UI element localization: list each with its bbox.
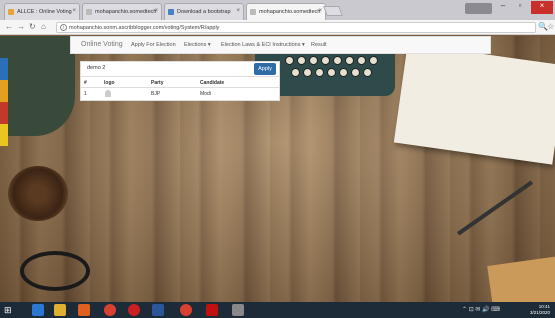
close-window-button[interactable]: ×	[531, 1, 553, 14]
taskbar: ⊞ ⌃ ⊡ ✉ 🔊 ⌨ 10:41 3/21/2020	[0, 302, 555, 318]
side-swatch	[0, 58, 8, 80]
edge-icon[interactable]	[32, 304, 44, 316]
acrobat-icon[interactable]	[206, 304, 218, 316]
back-icon[interactable]: ←	[5, 22, 13, 31]
nav-election-laws-dropdown[interactable]: Election Laws & ECI Instructions ▾	[221, 42, 305, 48]
bookmark-star-icon[interactable]: ☆	[547, 22, 554, 31]
reload-icon[interactable]: ↻	[29, 22, 36, 31]
plant-image	[0, 36, 75, 136]
panel-title: demo 2	[87, 65, 106, 71]
maximize-button[interactable]: ▫	[512, 1, 528, 14]
clock-date: 3/21/2020	[529, 310, 550, 315]
file-explorer-icon[interactable]	[54, 304, 66, 316]
brand-link[interactable]: Online Voting	[81, 41, 123, 48]
nav-result[interactable]: Result	[311, 42, 327, 48]
opera-icon[interactable]	[128, 304, 140, 316]
party-cell: BJP	[151, 91, 161, 97]
minimize-button[interactable]: –	[495, 1, 511, 14]
favicon-icon	[8, 9, 14, 15]
candidate-cell: Modi	[200, 91, 211, 97]
side-swatch	[0, 102, 8, 124]
browser-tab-bar: ALLCE : Online Voting × mohapanchio.some…	[0, 0, 555, 20]
close-tab-icon[interactable]: ×	[154, 8, 158, 14]
browser-toolbar: ← → ↻ ⌂ i mohapanchio.sonm.ascribblogger…	[0, 20, 555, 35]
pinecone-image	[8, 166, 68, 221]
new-tab-button[interactable]	[323, 6, 343, 16]
side-swatch	[0, 124, 8, 146]
clock[interactable]: 10:41 3/21/2020	[520, 304, 550, 316]
favicon-icon	[250, 9, 256, 15]
column-header: logo	[104, 80, 115, 86]
nav-apply-for-election[interactable]: Apply For Election	[131, 42, 176, 48]
glasses-image	[20, 251, 90, 291]
browser-tab-2[interactable]: mohapanchio.somedtech ×	[82, 3, 162, 20]
party-logo-icon	[105, 90, 111, 97]
close-tab-icon[interactable]: ×	[72, 8, 76, 14]
url-text: mohapanchio.sonm.ascribblogger.com/votin…	[69, 25, 220, 31]
apply-button[interactable]: Apply	[254, 63, 276, 75]
favicon-icon	[168, 9, 174, 15]
forward-icon[interactable]: →	[17, 22, 25, 31]
row-number: 1	[84, 91, 87, 97]
firefox-icon[interactable]	[78, 304, 90, 316]
app-icon[interactable]	[232, 304, 244, 316]
column-header: #	[84, 80, 87, 86]
favicon-icon	[86, 9, 92, 15]
tab-title: Download a bootstrap	[177, 9, 231, 15]
side-swatch	[0, 80, 8, 102]
word-icon[interactable]	[152, 304, 164, 316]
tab-title: mohapanchio.somedtech	[95, 9, 157, 15]
info-icon[interactable]: i	[60, 24, 67, 31]
browser-tab-3[interactable]: Download a bootstrap ×	[164, 3, 244, 20]
browser-tab-1[interactable]: ALLCE : Online Voting ×	[4, 3, 80, 20]
start-button[interactable]: ⊞	[4, 305, 12, 316]
home-icon[interactable]: ⌂	[41, 22, 46, 31]
address-bar[interactable]: i mohapanchio.sonm.ascribblogger.com/vot…	[56, 22, 536, 33]
chrome-active-icon[interactable]	[180, 304, 192, 316]
app-navbar: Online Voting Apply For Election Electio…	[70, 36, 491, 54]
close-tab-icon[interactable]: ×	[318, 8, 322, 14]
browser-tab-4[interactable]: mohapanchio.somedtech ×	[246, 3, 326, 20]
tab-title: mohapanchio.somedtech	[259, 9, 321, 15]
column-header: Candidate	[200, 80, 225, 86]
profile-button[interactable]	[465, 3, 492, 14]
nav-elections-dropdown[interactable]: Elections ▾	[184, 42, 211, 48]
close-tab-icon[interactable]: ×	[236, 8, 240, 14]
system-tray[interactable]: ⌃ ⊡ ✉ 🔊 ⌨	[462, 306, 500, 313]
tab-title: ALLCE : Online Voting	[17, 9, 72, 15]
chrome-icon[interactable]	[104, 304, 116, 316]
column-header: Party	[151, 80, 164, 86]
